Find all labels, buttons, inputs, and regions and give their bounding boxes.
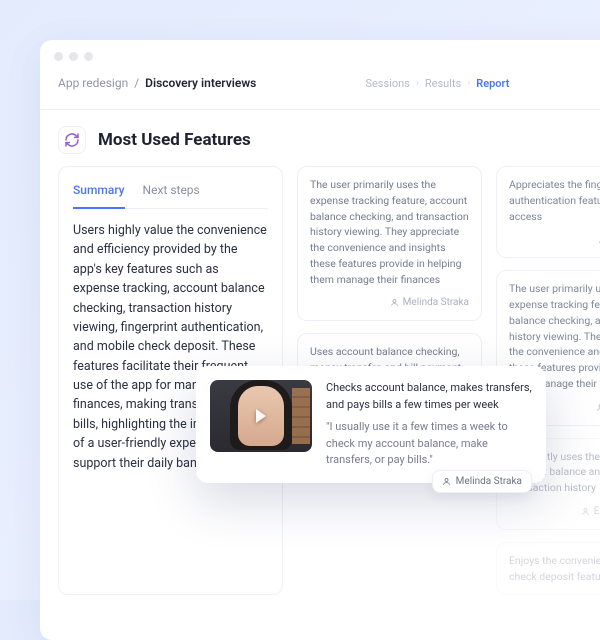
- refresh-icon: [64, 132, 80, 148]
- popover-body: Checks account balance, makes transfers,…: [326, 380, 532, 469]
- insight-card[interactable]: Enjoys the convenience of mobile check d…: [496, 542, 600, 596]
- feature-icon-badge: [58, 126, 86, 154]
- video-thumbnail[interactable]: [210, 380, 312, 452]
- insight-card[interactable]: The user primarily uses the expense trac…: [297, 166, 482, 321]
- summary-tabs: Summary Next steps: [73, 177, 268, 209]
- popover-attribution: Melinda Straka: [432, 470, 532, 493]
- insight-author: Melinda Straka: [403, 295, 469, 310]
- step-results[interactable]: Results: [425, 77, 461, 90]
- traffic-dot: [84, 52, 93, 61]
- breadcrumb-sep: /: [134, 76, 139, 90]
- page-header: Most Used Features: [40, 110, 600, 166]
- chevron-right-icon: ›: [416, 78, 419, 89]
- breadcrumb-root[interactable]: App redesign: [58, 76, 128, 90]
- app-window: App redesign / Discovery interviews Sess…: [40, 40, 600, 640]
- insight-text: Enjoys the convenience of mobile check d…: [509, 553, 600, 585]
- insight-author: Emily Thompson: [594, 504, 600, 519]
- person-icon: [581, 507, 590, 516]
- insight-text: The user primarily uses the expense trac…: [310, 177, 469, 287]
- breadcrumb: App redesign / Discovery interviews: [58, 76, 256, 90]
- tab-summary[interactable]: Summary: [73, 177, 125, 209]
- step-sessions[interactable]: Sessions: [365, 77, 409, 90]
- insight-attribution: Emily Thompson: [509, 504, 600, 519]
- insight-attribution: Melinda Straka: [310, 295, 469, 310]
- popover-quote: "I usually use it a few times a week to …: [326, 419, 532, 469]
- breadcrumb-current: Discovery interviews: [145, 76, 256, 90]
- insight-text: Appreciates the fingerprint authenticati…: [509, 177, 600, 224]
- insight-card[interactable]: Appreciates the fingerprint authenticati…: [496, 166, 600, 258]
- page-title: Most Used Features: [98, 130, 251, 150]
- traffic-dot: [54, 52, 63, 61]
- step-report[interactable]: Report: [476, 77, 509, 90]
- traffic-dot: [69, 52, 78, 61]
- insight-attribution: Steven Boyle: [509, 232, 600, 247]
- person-icon: [596, 403, 600, 412]
- tab-next-steps[interactable]: Next steps: [143, 177, 200, 209]
- popover-author: Melinda Straka: [456, 476, 522, 487]
- play-icon: [256, 409, 266, 423]
- person-icon: [442, 477, 451, 486]
- top-bar: App redesign / Discovery interviews Sess…: [40, 61, 600, 110]
- popover-summary: Checks account balance, makes transfers,…: [326, 380, 532, 413]
- progress-steps: Sessions › Results › Report: [365, 77, 509, 90]
- quote-popover[interactable]: Checks account balance, makes transfers,…: [196, 366, 546, 483]
- chevron-right-icon: ›: [467, 78, 470, 89]
- window-traffic-lights: [40, 40, 600, 61]
- person-icon: [390, 298, 399, 307]
